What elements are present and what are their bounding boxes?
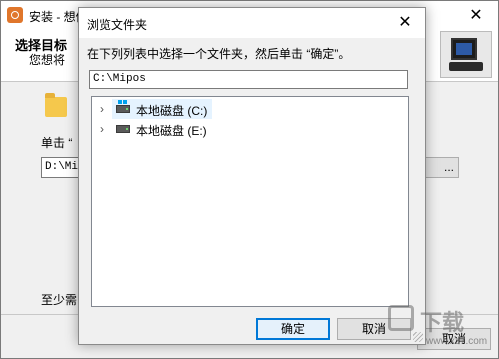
cancel-button[interactable]: 取消	[337, 318, 411, 340]
installer-computer-logo-icon	[440, 31, 492, 78]
installer-cancel-button[interactable]: 取消	[417, 328, 491, 350]
chevron-right-icon[interactable]: ›	[100, 102, 104, 116]
ok-button[interactable]: 确定	[256, 318, 330, 340]
resize-grip-icon[interactable]	[413, 332, 423, 342]
dialog-titlebar: 浏览文件夹 ✕	[79, 8, 425, 38]
browse-folder-dialog: 浏览文件夹 ✕ 在下列列表中选择一个文件夹，然后单击 “确定”。 C:\Mipo…	[78, 7, 426, 345]
tree-item-drive-e[interactable]: › 本地磁盘 (E:)	[92, 119, 212, 139]
hard-drive-icon	[116, 125, 130, 133]
installer-instruction: 单击 “	[41, 136, 73, 150]
installer-close-icon[interactable]: ✕	[454, 1, 498, 30]
hard-drive-icon	[116, 100, 130, 113]
tree-item-label: 本地磁盘 (E:)	[136, 124, 207, 138]
installer-space-required: 至少需	[41, 293, 78, 307]
folder-icon	[45, 93, 67, 117]
folder-tree[interactable]: › 本地磁盘 (C:) › 本地磁盘 (E:)	[91, 96, 409, 307]
tree-item-label: 本地磁盘 (C:)	[136, 104, 208, 118]
app-icon	[7, 7, 23, 23]
installer-subheading: 您想将	[29, 53, 66, 67]
dialog-instruction: 在下列列表中选择一个文件夹，然后单击 “确定”。	[87, 47, 351, 61]
dialog-path-field[interactable]: C:\Mipos	[89, 70, 408, 89]
chevron-right-icon[interactable]: ›	[100, 122, 104, 136]
dialog-close-icon[interactable]: ✕	[385, 8, 425, 38]
tree-item-drive-c[interactable]: › 本地磁盘 (C:)	[92, 99, 212, 119]
installer-browse-button[interactable]: ...	[425, 157, 459, 178]
dialog-title: 浏览文件夹	[87, 18, 148, 32]
